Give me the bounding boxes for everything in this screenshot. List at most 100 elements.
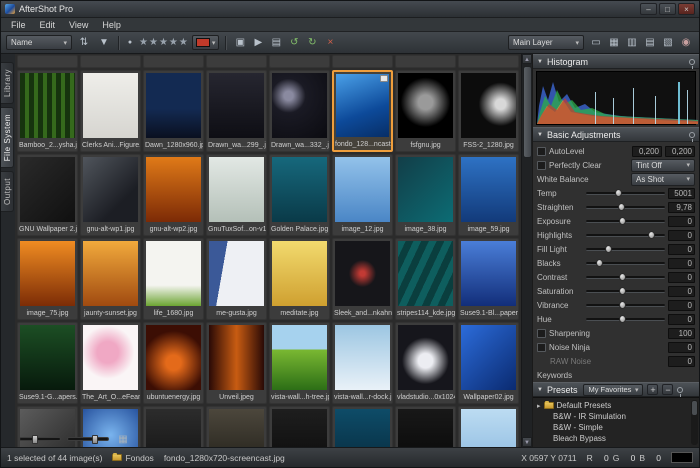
grid-view-icon[interactable]: ▦ xyxy=(115,434,131,445)
minimize-button[interactable]: – xyxy=(640,3,657,15)
thumbnail-cell[interactable] xyxy=(80,55,141,68)
multi-image-layout-icon[interactable]: ▧ xyxy=(660,37,676,48)
saturation-slider[interactable] xyxy=(586,290,665,293)
thumbnail-image[interactable] xyxy=(20,73,75,138)
dual-display-icon[interactable]: ▭ xyxy=(588,37,604,48)
star-icon[interactable]: ★ xyxy=(179,37,188,48)
thumbnail-cell[interactable]: image_59.jpg xyxy=(458,154,519,236)
thumbnail-image[interactable] xyxy=(272,157,327,222)
pin-icon[interactable] xyxy=(689,132,695,138)
sort-direction-icon[interactable]: ⇅ xyxy=(76,37,92,48)
slider-value[interactable]: 0 xyxy=(668,272,695,283)
thumbnail-image[interactable] xyxy=(335,325,390,390)
slider-handle[interactable] xyxy=(615,189,622,197)
thumbnail-cell[interactable] xyxy=(332,406,393,447)
thumbnail-image[interactable] xyxy=(272,241,327,306)
slider-value[interactable]: 0 xyxy=(668,258,695,269)
thumbnail-cell[interactable]: life_1680.jpg xyxy=(143,238,204,320)
thumbnail-image[interactable] xyxy=(398,409,453,447)
thumbnail-cell[interactable]: vista-wall...h-tree.jpg xyxy=(269,322,330,404)
thumbnail-cell[interactable]: Clerks Ani...Figure.jpg xyxy=(80,70,141,152)
magnifier-icon[interactable]: ◉ xyxy=(678,37,694,48)
thumbnail-cell[interactable]: Drawn_wa...299_.jpg xyxy=(206,70,267,152)
thumbnail-image[interactable] xyxy=(336,74,389,137)
thumbnail-image[interactable] xyxy=(209,157,264,222)
thumbnail-cell[interactable]: GnuTuxSof...on-v1.jpg xyxy=(206,154,267,236)
thumbnail-image[interactable] xyxy=(398,241,453,306)
scrollbar-thumb[interactable] xyxy=(523,66,532,158)
slider-handle[interactable] xyxy=(596,259,603,267)
thumbnail-image[interactable] xyxy=(146,325,201,390)
thumbnail-image[interactable] xyxy=(461,157,516,222)
preset-item[interactable]: B&W - IR Simulation xyxy=(533,411,699,422)
thumbnail-cell[interactable]: Bamboo_2...ysha.jpg xyxy=(17,70,78,152)
thumbnail-image[interactable] xyxy=(272,409,327,447)
star-icon[interactable]: ★ xyxy=(169,37,178,48)
scroll-up-icon[interactable]: ▲ xyxy=(522,54,532,64)
thumbnail-image[interactable] xyxy=(146,241,201,306)
thumbnail-image[interactable] xyxy=(83,157,138,222)
thumbnail-cell[interactable]: Wallpaper02.jpg xyxy=(458,322,519,404)
layer-dropdown[interactable]: Main Layer ▾ xyxy=(508,35,584,50)
thumbnail-image[interactable] xyxy=(83,325,138,390)
thumbnail-image[interactable] xyxy=(335,409,390,447)
slider-value[interactable]: 0 xyxy=(668,230,695,241)
highlights-slider[interactable] xyxy=(586,234,665,237)
thumbnail-cell[interactable] xyxy=(143,406,204,447)
thumbnail-layout-icon[interactable]: ▦ xyxy=(606,37,622,48)
thumbnail-image[interactable] xyxy=(461,325,516,390)
star-icon[interactable]: ★ xyxy=(149,37,158,48)
thumbnail-cell[interactable]: The_Art_O...eFear.jpg xyxy=(80,322,141,404)
thumbnail-cell[interactable]: vladstudio...0x1024.jpg xyxy=(395,322,456,404)
thumbnail-cell[interactable] xyxy=(395,55,456,68)
side-tab-output[interactable]: Output xyxy=(1,171,14,212)
thumbnail-image[interactable] xyxy=(209,241,264,306)
thumbnail-cell[interactable]: image_38.jpg xyxy=(395,154,456,236)
thumbnail-cell[interactable] xyxy=(17,55,78,68)
thumbnail-image[interactable] xyxy=(20,241,75,306)
thumbnail-cell[interactable] xyxy=(269,406,330,447)
fill-light-slider[interactable] xyxy=(586,248,665,251)
thumbnail-cell[interactable]: stripes114_kde.jpg xyxy=(395,238,456,320)
thumbnail-cell[interactable] xyxy=(395,406,456,447)
preset-folder[interactable]: ▸Default Presets xyxy=(533,400,699,411)
presets-scrollbar[interactable] xyxy=(691,400,698,445)
thumbnail-cell[interactable] xyxy=(458,406,519,447)
thumbnail-image[interactable] xyxy=(209,325,264,390)
thumbnail-cell[interactable] xyxy=(206,406,267,447)
thumbnail-cell[interactable]: ubuntuenergy.jpg xyxy=(143,322,204,404)
split-layout-icon[interactable]: ▥ xyxy=(624,37,640,48)
no-rating-icon[interactable]: ● xyxy=(125,39,135,46)
sharpening-checkbox[interactable] xyxy=(537,329,546,338)
current-folder[interactable]: Fondos xyxy=(112,453,153,463)
add-preset-button[interactable]: + xyxy=(647,384,658,395)
thumbnail-image[interactable] xyxy=(146,73,201,138)
maximize-button[interactable]: □ xyxy=(659,3,676,15)
straighten-slider[interactable] xyxy=(586,206,665,209)
perfectly-clear-checkbox[interactable] xyxy=(537,161,546,170)
favorites-dropdown[interactable]: My Favorites ▾ xyxy=(583,384,643,396)
vibrance-slider[interactable] xyxy=(586,304,665,307)
thumbnail-cell[interactable]: image_12.jpg xyxy=(332,154,393,236)
thumbnail-image[interactable] xyxy=(398,325,453,390)
slider-value[interactable]: 0 xyxy=(668,216,695,227)
menu-file[interactable]: File xyxy=(4,20,33,30)
thumbnail-image[interactable] xyxy=(272,73,327,138)
thumbnail-cell[interactable]: FSS-2_1280.jpg xyxy=(458,70,519,152)
pin-icon[interactable] xyxy=(689,59,695,65)
thumbnail-cell[interactable]: Drawn_wa...332_.jpg xyxy=(269,70,330,152)
exposure-slider[interactable] xyxy=(586,220,665,223)
remove-photo-icon[interactable]: × xyxy=(322,37,338,48)
slider-handle[interactable] xyxy=(648,231,655,239)
thumbnail-cell[interactable]: gnu-alt-wp2.jpg xyxy=(143,154,204,236)
thumbnail-image[interactable] xyxy=(461,409,516,447)
blacks-slider[interactable] xyxy=(586,262,665,265)
preset-item[interactable]: B&W - Simple xyxy=(533,422,699,433)
contrast-slider[interactable] xyxy=(586,276,665,279)
slider-handle[interactable] xyxy=(619,287,626,295)
thumbnail-cell[interactable]: Golden Palace.jpg xyxy=(269,154,330,236)
thumbnail-image[interactable] xyxy=(209,73,264,138)
preset-item[interactable]: Bleach Bypass xyxy=(533,433,699,444)
thumbnail-image[interactable] xyxy=(83,73,138,138)
presets-header[interactable]: ▼ Presets My Favorites ▾ + − xyxy=(533,382,699,397)
